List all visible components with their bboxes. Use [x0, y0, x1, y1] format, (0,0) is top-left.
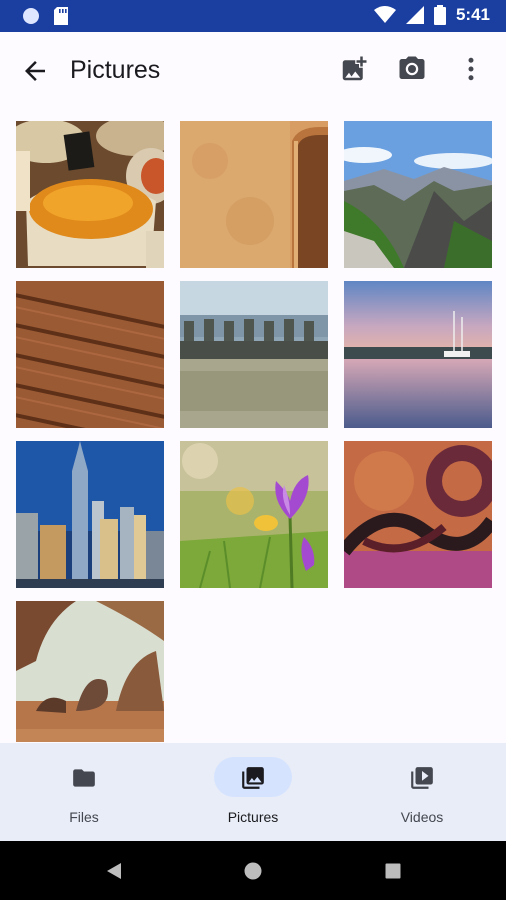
cell-signal-icon: [405, 6, 424, 24]
nav-item-files[interactable]: Files: [0, 743, 168, 841]
photo-thumbnail-desert-rocks[interactable]: [16, 601, 164, 742]
folder-icon: [73, 769, 95, 787]
nav-label-videos: Videos: [400, 809, 444, 825]
status-time: 5:41: [455, 5, 490, 24]
photo-thumbnail-spices[interactable]: [16, 121, 164, 268]
page-title: Pictures: [70, 56, 161, 84]
nav-label-pictures: Pictures: [227, 809, 279, 825]
photo-thumbnail-sandstone-wall[interactable]: [180, 121, 328, 268]
desert-rocks-image: [16, 601, 164, 742]
camera-icon: [399, 56, 425, 79]
photo-thumbnail-abstract-swirl[interactable]: [344, 441, 492, 588]
mountains-image: [344, 121, 492, 268]
video-library-icon: [411, 767, 433, 789]
sd-card-icon: [54, 7, 68, 25]
harbor-sunset-image: [344, 281, 492, 428]
photo-library-icon: [242, 767, 264, 789]
status-bar: 5:41: [0, 0, 506, 32]
back-button[interactable]: [20, 56, 50, 86]
add-photo-button[interactable]: [339, 54, 371, 86]
sync-circle-icon: [23, 8, 39, 24]
bottom-navigation: Files Pictures Videos: [0, 743, 506, 841]
sandstone-wall-image: [180, 121, 328, 268]
photo-thumbnail-ocean-pool[interactable]: [180, 281, 328, 428]
app-bar: Pictures: [0, 32, 506, 108]
recents-square-icon[interactable]: [385, 863, 401, 879]
battery-icon: [433, 5, 446, 25]
more-vert-icon: [468, 57, 474, 81]
abstract-swirl-image: [344, 441, 492, 588]
home-circle-icon[interactable]: [244, 862, 262, 880]
purple-flowers-image: [180, 441, 328, 588]
photo-grid: [16, 121, 492, 742]
photo-thumbnail-mountains[interactable]: [344, 121, 492, 268]
camera-button[interactable]: [397, 54, 429, 86]
photo-thumbnail-wood-deck[interactable]: [16, 281, 164, 428]
add-photo-icon: [342, 56, 367, 81]
photo-thumbnail-purple-flowers[interactable]: [180, 441, 328, 588]
spices-image: [16, 121, 164, 268]
nav-item-pictures[interactable]: Pictures: [169, 743, 337, 841]
back-triangle-icon[interactable]: [105, 861, 123, 881]
city-skyline-image: [16, 441, 164, 588]
nav-item-videos[interactable]: Videos: [338, 743, 506, 841]
system-navigation-bar: [0, 841, 506, 900]
wood-deck-image: [16, 281, 164, 428]
photo-thumbnail-harbor-sunset[interactable]: [344, 281, 492, 428]
arrow-back-icon: [25, 61, 45, 81]
photo-thumbnail-city-skyline[interactable]: [16, 441, 164, 588]
ocean-pool-image: [180, 281, 328, 428]
more-options-button[interactable]: [456, 54, 488, 86]
nav-label-files: Files: [69, 809, 99, 825]
wifi-icon: [373, 6, 396, 23]
